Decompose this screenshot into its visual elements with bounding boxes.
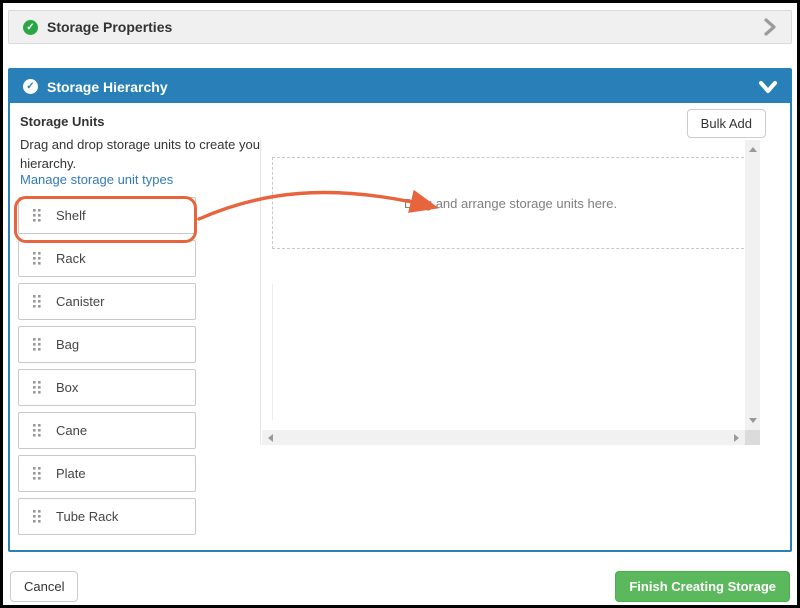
unit-item-canister[interactable]: Canister [18, 283, 196, 320]
storage-hierarchy-header[interactable]: ✓ Storage Hierarchy [10, 70, 790, 103]
check-circle-icon: ✓ [23, 20, 38, 35]
storage-hierarchy-panel: ✓ Storage Hierarchy Storage Units Bulk A… [8, 68, 792, 552]
unit-item-label: Plate [56, 466, 86, 481]
dropzone[interactable]: Drag and arrange storage units here. [272, 157, 749, 249]
storage-unit-list: Shelf Rack Canister Bag Box [18, 197, 196, 541]
unit-item-tube-rack[interactable]: Tube Rack [18, 498, 196, 535]
drag-grip-icon [33, 252, 41, 265]
drag-grip-icon [33, 381, 41, 394]
drag-grip-icon [33, 467, 41, 480]
storage-hierarchy-body: Storage Units Bulk Add Drag and drop sto… [10, 103, 790, 550]
storage-properties-title: Storage Properties [47, 19, 172, 35]
chevron-down-icon [759, 80, 777, 94]
storage-hierarchy-title: Storage Hierarchy [47, 79, 168, 95]
vertical-scrollbar[interactable] [745, 140, 760, 430]
unit-item-label: Rack [56, 251, 86, 266]
cancel-button[interactable]: Cancel [10, 571, 78, 602]
unit-item-label: Cane [56, 423, 87, 438]
storage-properties-header[interactable]: ✓ Storage Properties [8, 10, 792, 44]
unit-item-box[interactable]: Box [18, 369, 196, 406]
hierarchy-canvas[interactable]: Drag and arrange storage units here. [260, 140, 760, 445]
unit-item-label: Shelf [56, 208, 86, 223]
finish-creating-storage-button[interactable]: Finish Creating Storage [615, 571, 790, 602]
manage-storage-unit-types-link[interactable]: Manage storage unit types [20, 172, 173, 187]
unit-item-plate[interactable]: Plate [18, 455, 196, 492]
chevron-right-icon [763, 18, 777, 36]
scroll-down-icon[interactable] [749, 418, 757, 423]
dropzone-hint: Drag and arrange storage units here. [404, 196, 617, 211]
hierarchy-description: Drag and drop storage units to create yo… [20, 136, 272, 174]
storage-units-heading: Storage Units [20, 114, 105, 129]
drag-grip-icon [33, 510, 41, 523]
unit-item-label: Box [56, 380, 78, 395]
unit-item-label: Tube Rack [56, 509, 118, 524]
horizontal-scrollbar[interactable] [262, 430, 745, 445]
page: ✓ Storage Properties ✓ Storage Hierarchy… [0, 0, 800, 608]
drag-grip-icon [33, 295, 41, 308]
unit-item-rack[interactable]: Rack [18, 240, 196, 277]
scroll-up-icon[interactable] [749, 147, 757, 152]
unit-item-label: Bag [56, 337, 79, 352]
unit-item-bag[interactable]: Bag [18, 326, 196, 363]
drag-grip-icon [33, 424, 41, 437]
unit-item-shelf[interactable]: Shelf [18, 197, 196, 234]
scroll-left-icon[interactable] [268, 434, 273, 442]
check-circle-icon: ✓ [23, 79, 38, 94]
scrollbar-corner [745, 430, 760, 445]
bulk-add-button[interactable]: Bulk Add [687, 109, 766, 138]
unit-item-cane[interactable]: Cane [18, 412, 196, 449]
secondary-dropzone[interactable] [272, 284, 749, 420]
drag-grip-icon [33, 338, 41, 351]
drag-grip-icon [33, 209, 41, 222]
unit-item-label: Canister [56, 294, 104, 309]
scroll-right-icon[interactable] [734, 434, 739, 442]
